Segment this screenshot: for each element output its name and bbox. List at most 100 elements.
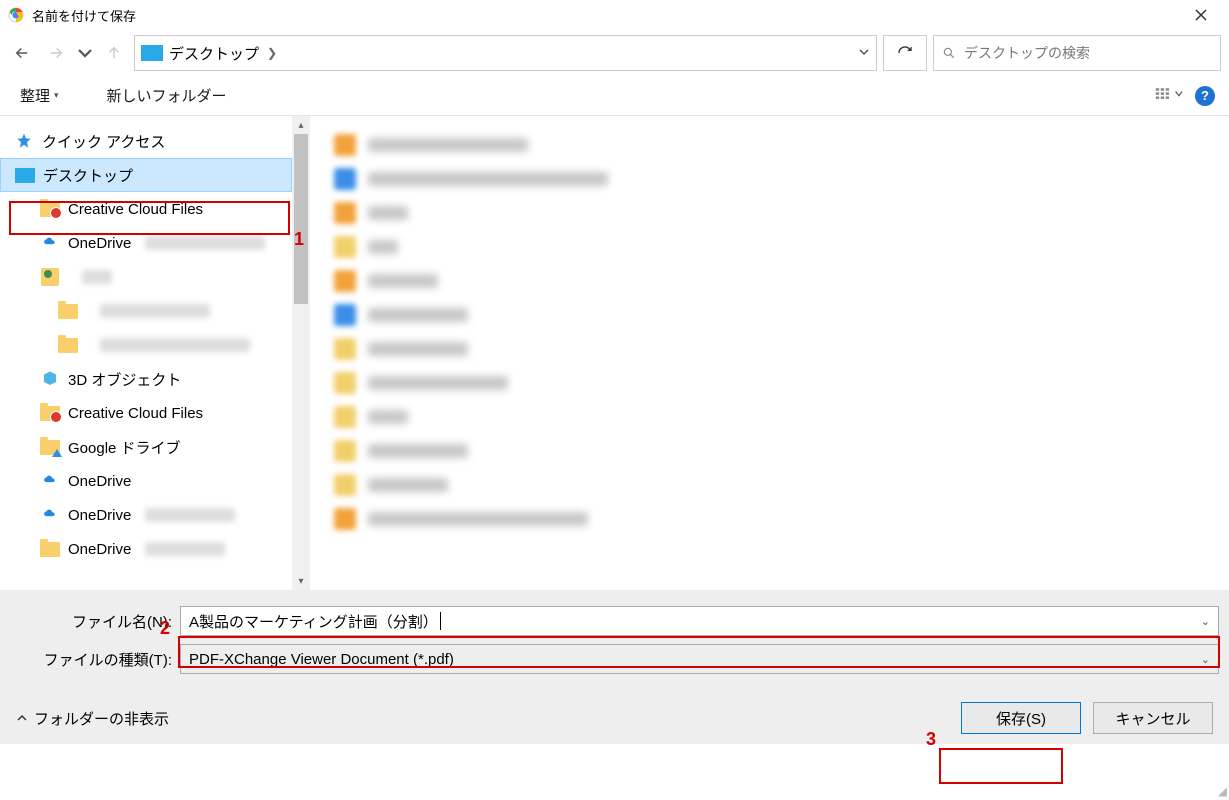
tree-item-label: クイック アクセス	[42, 131, 165, 152]
file-icon	[334, 270, 356, 292]
hide-folders-button[interactable]: フォルダーの非表示	[16, 708, 169, 729]
main-area: クイック アクセスデスクトップ Creative Cloud Files OneDr…	[0, 116, 1229, 590]
forward-button[interactable]	[42, 39, 70, 67]
tree-item[interactable]: OneDrive	[0, 464, 292, 498]
tree-item[interactable]: Google ドライブ	[0, 430, 292, 464]
search-input[interactable]: デスクトップの検索	[933, 35, 1221, 71]
list-item[interactable]	[334, 468, 1205, 502]
breadcrumb-current[interactable]: デスクトップ	[169, 43, 259, 64]
redacted-filename	[368, 376, 508, 390]
organize-button[interactable]: 整理▾	[14, 81, 65, 110]
filetype-label: ファイルの種類(T):	[10, 649, 180, 670]
user-folder-icon	[40, 268, 60, 286]
3d-objects-icon	[40, 370, 60, 388]
recent-locations-button[interactable]	[76, 39, 94, 67]
tree-item[interactable]	[0, 328, 292, 362]
text-caret	[440, 612, 441, 630]
up-button[interactable]	[100, 39, 128, 67]
refresh-button[interactable]	[883, 35, 927, 71]
file-icon	[334, 236, 356, 258]
redacted-filename	[368, 274, 438, 288]
cancel-button[interactable]: キャンセル	[1093, 702, 1213, 734]
list-item[interactable]	[334, 366, 1205, 400]
search-icon	[942, 46, 956, 60]
tree-item[interactable]	[0, 294, 292, 328]
tree-item[interactable]: OneDrive	[0, 532, 292, 566]
file-icon	[334, 372, 356, 394]
list-item[interactable]	[334, 162, 1205, 196]
folder-tree[interactable]: クイック アクセスデスクトップ Creative Cloud Files OneDr…	[0, 116, 292, 590]
help-button[interactable]: ?	[1195, 86, 1215, 106]
chevron-right-icon[interactable]: ❯	[265, 46, 279, 60]
filename-dropdown-icon[interactable]: ⌄	[1201, 615, 1210, 628]
tree-scrollbar[interactable]: ▴ ▾	[292, 116, 310, 590]
tree-item[interactable]: OneDrive	[0, 498, 292, 532]
redacted-text	[82, 270, 112, 284]
close-button[interactable]	[1181, 0, 1221, 30]
back-button[interactable]	[8, 39, 36, 67]
list-item[interactable]	[334, 264, 1205, 298]
onedrive-icon	[40, 506, 60, 524]
google-drive-folder-icon	[40, 438, 60, 456]
chevron-up-icon	[16, 712, 28, 724]
onedrive-icon	[40, 472, 60, 490]
scroll-down-icon[interactable]: ▾	[292, 572, 310, 590]
filetype-value: PDF-XChange Viewer Document (*.pdf)	[189, 651, 454, 668]
onedrive-icon	[40, 234, 60, 252]
view-options-button[interactable]	[1155, 86, 1183, 106]
list-item[interactable]	[334, 230, 1205, 264]
star-icon	[14, 132, 34, 150]
list-item[interactable]	[334, 298, 1205, 332]
folder-icon	[58, 302, 78, 320]
redacted-filename	[368, 444, 468, 458]
tree-item[interactable]: 3D オブジェクト	[0, 362, 292, 396]
list-item[interactable]	[334, 400, 1205, 434]
tree-item-label: デスクトップ	[43, 165, 133, 186]
redacted-filename	[368, 172, 608, 186]
folder-icon	[58, 336, 78, 354]
file-list[interactable]	[310, 116, 1229, 590]
file-icon	[334, 338, 356, 360]
tree-item-label: Creative Cloud Files	[68, 405, 203, 422]
nav-row: デスクトップ ❯ デスクトップの検索	[0, 30, 1229, 76]
list-item[interactable]	[334, 128, 1205, 162]
file-icon	[334, 134, 356, 156]
resize-grip[interactable]: ◢	[1218, 784, 1227, 798]
tree-item[interactable]	[0, 260, 292, 294]
filetype-select[interactable]: PDF-XChange Viewer Document (*.pdf) ⌄	[180, 644, 1219, 674]
breadcrumb-dropdown[interactable]	[858, 45, 870, 61]
file-icon	[334, 168, 356, 190]
annotation-label-2: 2	[160, 618, 170, 639]
list-item[interactable]	[334, 434, 1205, 468]
list-item[interactable]	[334, 332, 1205, 366]
redacted-text	[145, 508, 235, 522]
annotation-label-1: 1	[294, 229, 304, 250]
redacted-filename	[368, 240, 398, 254]
filename-input[interactable]: A製品のマーケティング計画（分割） ⌄	[180, 606, 1219, 636]
save-button[interactable]: 保存(S)	[961, 702, 1081, 734]
list-item[interactable]	[334, 502, 1205, 536]
tree-item[interactable]: クイック アクセス	[0, 124, 292, 158]
redacted-filename	[368, 512, 588, 526]
annotation-box-3	[939, 748, 1063, 784]
scroll-thumb[interactable]	[294, 134, 308, 304]
tree-item-label: Creative Cloud Files	[68, 201, 203, 218]
tree-item[interactable]: デスクトップ	[0, 158, 292, 192]
creative-cloud-folder-icon	[40, 200, 60, 218]
toolbar: 整理▾ 新しいフォルダー ?	[0, 76, 1229, 116]
tree-item[interactable]: Creative Cloud Files	[0, 192, 292, 226]
tree-item[interactable]: OneDrive	[0, 226, 292, 260]
redacted-text	[100, 304, 210, 318]
folder-icon	[40, 540, 60, 558]
redacted-text	[145, 236, 265, 250]
tree-item[interactable]: Creative Cloud Files	[0, 396, 292, 430]
breadcrumb-bar[interactable]: デスクトップ ❯	[134, 35, 877, 71]
window-title: 名前を付けて保存	[32, 6, 136, 25]
new-folder-button[interactable]: 新しいフォルダー	[101, 81, 233, 110]
list-item[interactable]	[334, 196, 1205, 230]
filename-value: A製品のマーケティング計画（分割）	[189, 611, 438, 632]
tree-item-label: 3D オブジェクト	[68, 369, 181, 390]
file-icon	[334, 304, 356, 326]
filetype-dropdown-icon[interactable]: ⌄	[1201, 653, 1210, 666]
scroll-up-icon[interactable]: ▴	[292, 116, 310, 134]
